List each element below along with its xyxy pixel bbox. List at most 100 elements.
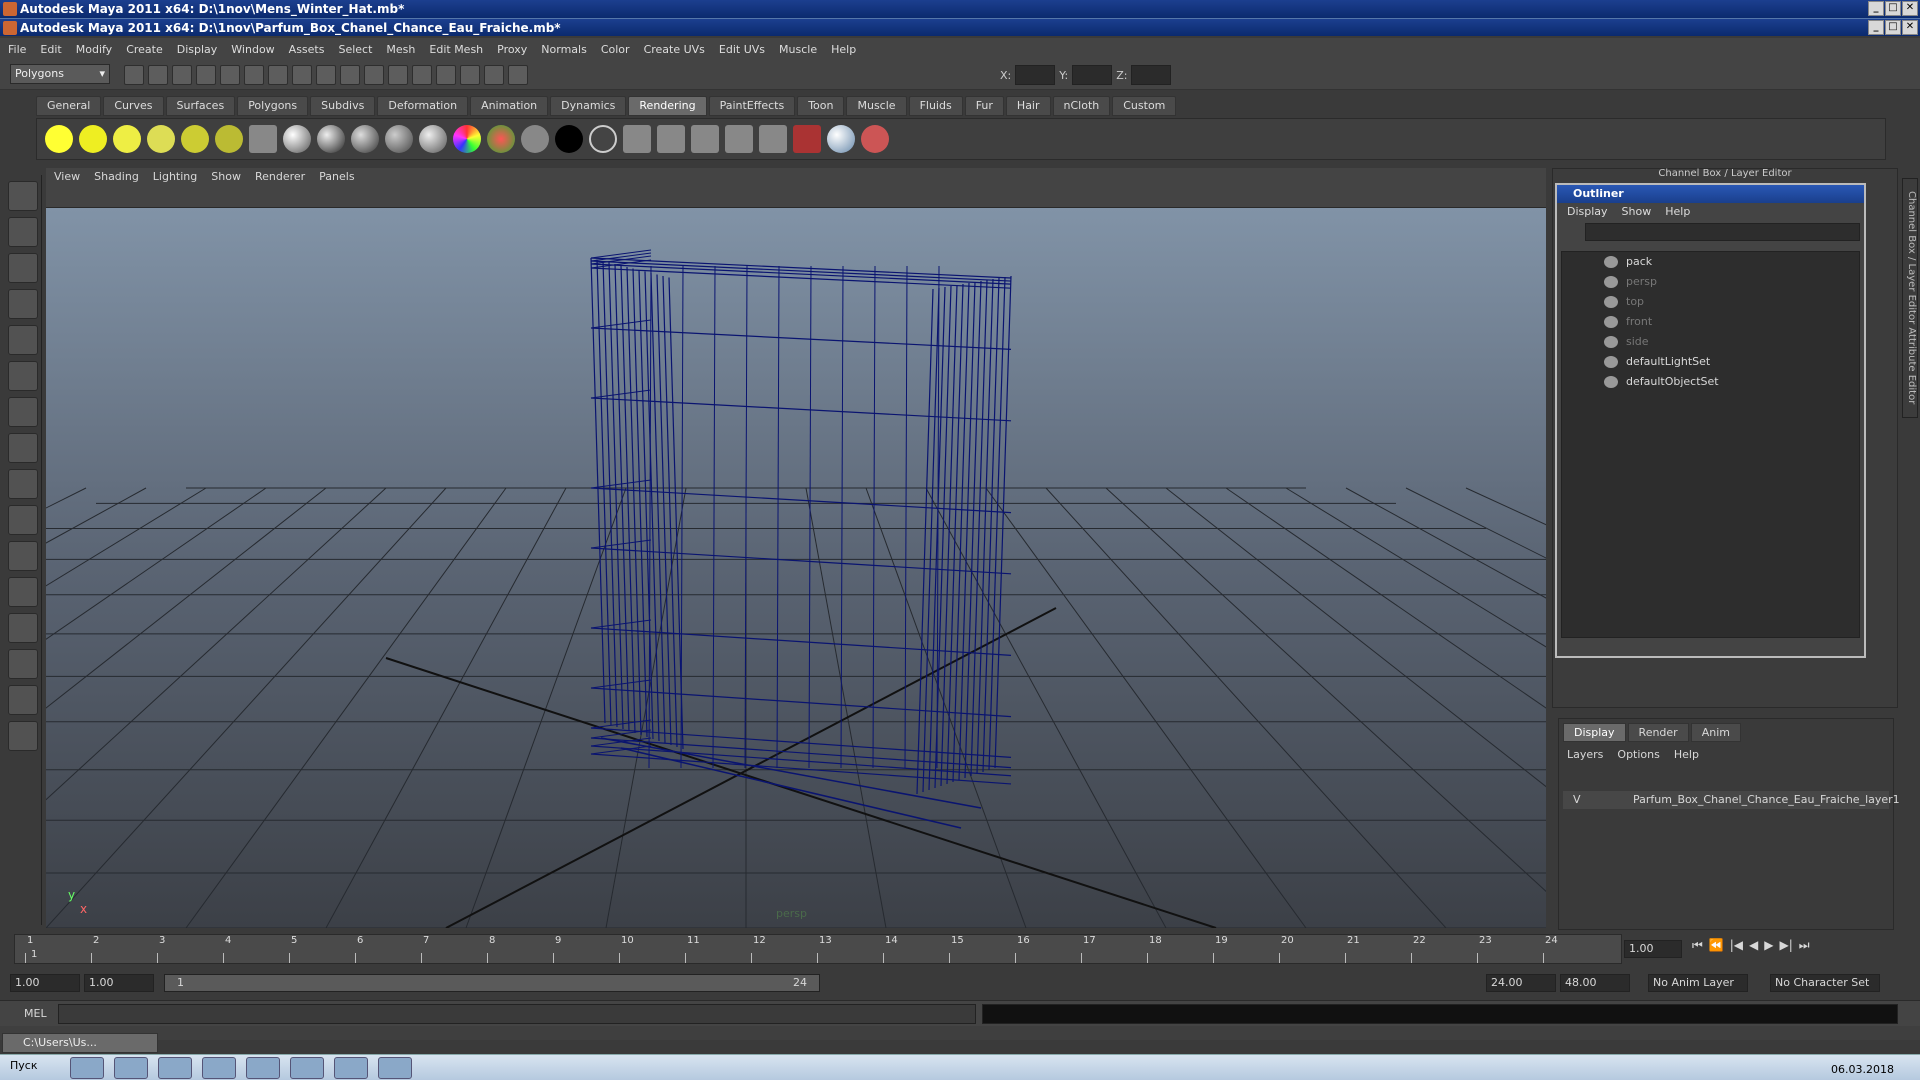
title-bar-front[interactable]: Autodesk Maya 2011 x64: D:\1nov\Parfum_B… — [0, 18, 1920, 36]
last-tool-icon[interactable] — [8, 505, 38, 535]
history-icon[interactable] — [364, 65, 384, 85]
layer-menu-layers[interactable]: Layers — [1567, 746, 1603, 764]
perspective-viewport[interactable]: y x persp — [46, 208, 1546, 928]
four-pane-icon[interactable] — [8, 577, 38, 607]
layer-tab-anim[interactable]: Anim — [1690, 723, 1741, 742]
open-scene-icon[interactable] — [148, 65, 168, 85]
y-field[interactable] — [1072, 65, 1113, 85]
shelf-tab-ncloth[interactable]: nCloth — [1052, 96, 1111, 116]
point-light-icon[interactable] — [113, 125, 141, 153]
viewport-menu-lighting[interactable]: Lighting — [153, 168, 197, 186]
layer-menu-help[interactable]: Help — [1674, 746, 1699, 764]
paint-brush-icon[interactable] — [861, 125, 889, 153]
step-back-key-icon[interactable]: |◀ — [1730, 938, 1743, 953]
volume-light-icon[interactable] — [215, 125, 243, 153]
select-hierarchy-icon[interactable] — [196, 65, 216, 85]
current-time-field[interactable]: 1.00 — [1624, 940, 1682, 958]
close-button[interactable]: ✕ — [1902, 20, 1918, 35]
camera-icon[interactable] — [249, 125, 277, 153]
material-icon[interactable] — [827, 125, 855, 153]
soft-mod-icon[interactable] — [8, 433, 38, 463]
skype2-icon[interactable] — [378, 1057, 412, 1079]
anisotropic-icon[interactable] — [385, 125, 413, 153]
new-scene-icon[interactable] — [124, 65, 144, 85]
viewport-menu-view[interactable]: View — [54, 168, 80, 186]
outliner-item[interactable]: top — [1562, 292, 1859, 312]
shelf-tab-custom[interactable]: Custom — [1112, 96, 1177, 116]
viewport-menu-show[interactable]: Show — [211, 168, 241, 186]
outliner-item[interactable]: defaultLightSet — [1562, 352, 1859, 372]
skype-icon[interactable] — [70, 1057, 104, 1079]
start-button[interactable]: Пуск — [10, 1059, 37, 1072]
menu-window[interactable]: Window — [231, 43, 274, 56]
ramp-shader-icon[interactable] — [453, 125, 481, 153]
render-icon[interactable] — [388, 65, 408, 85]
save-scene-icon[interactable] — [172, 65, 192, 85]
go-to-end-icon[interactable]: ⏭ — [1799, 938, 1810, 953]
shelf-tab-painteffects[interactable]: PaintEffects — [708, 96, 796, 116]
render-current-icon[interactable] — [657, 125, 685, 153]
outliner-menu-help[interactable]: Help — [1665, 203, 1690, 221]
shelf-tab-dynamics[interactable]: Dynamics — [550, 96, 627, 116]
layer-visibility-toggle[interactable]: V — [1573, 793, 1581, 806]
batch-render-icon[interactable] — [793, 125, 821, 153]
numeric-input-icon[interactable] — [508, 65, 528, 85]
minimized-window[interactable]: C:\Users\Us... — [2, 1033, 158, 1053]
character-set-selector[interactable]: No Character Set — [1770, 974, 1880, 992]
minimize-button[interactable]: _ — [1868, 20, 1884, 35]
close-button[interactable]: ✕ — [1902, 1, 1918, 16]
play-forwards-icon[interactable]: ▶ — [1764, 938, 1773, 953]
menu-color[interactable]: Color — [601, 43, 630, 56]
layer-menu-options[interactable]: Options — [1617, 746, 1659, 764]
layer-row[interactable]: V Parfum_Box_Chanel_Chance_Eau_Fraiche_l… — [1563, 791, 1900, 809]
outliner-menu-show[interactable]: Show — [1622, 203, 1652, 221]
maximize-button[interactable]: □ — [1885, 20, 1901, 35]
layered-shader-icon[interactable] — [419, 125, 447, 153]
shelf-tab-deformation[interactable]: Deformation — [377, 96, 469, 116]
input-icon[interactable] — [484, 65, 504, 85]
z-field[interactable] — [1131, 65, 1172, 85]
menu-assets[interactable]: Assets — [289, 43, 325, 56]
anim-layer-selector[interactable]: No Anim Layer — [1648, 974, 1748, 992]
select-component-icon[interactable] — [244, 65, 264, 85]
menu-modify[interactable]: Modify — [76, 43, 112, 56]
start-time-field[interactable]: 1.00 — [10, 974, 80, 992]
viewport-menu-panels[interactable]: Panels — [319, 168, 354, 186]
range-slider[interactable]: 1 24 — [164, 974, 820, 992]
shelf-tab-general[interactable]: General — [36, 96, 102, 116]
maximize-button[interactable]: □ — [1885, 1, 1901, 16]
menu-set-selector[interactable]: Polygons — [10, 64, 110, 84]
outliner-item[interactable]: side — [1562, 332, 1859, 352]
maya-taskbar-icon[interactable] — [202, 1057, 236, 1079]
custom-layout-icon[interactable] — [8, 721, 38, 751]
outliner-item[interactable]: defaultObjectSet — [1562, 372, 1859, 392]
app-icon[interactable] — [114, 1057, 148, 1079]
render-globals-icon[interactable] — [725, 125, 753, 153]
menu-mesh[interactable]: Mesh — [386, 43, 415, 56]
menu-help[interactable]: Help — [831, 43, 856, 56]
outliner-item[interactable]: persp — [1562, 272, 1859, 292]
hypershade-layout-icon[interactable] — [8, 685, 38, 715]
surface-shader-icon[interactable] — [521, 125, 549, 153]
select-tool-icon[interactable] — [8, 181, 38, 211]
blinn-icon[interactable] — [283, 125, 311, 153]
snap-grid-icon[interactable] — [268, 65, 288, 85]
hypershade-icon[interactable] — [460, 65, 480, 85]
shelf-tab-animation[interactable]: Animation — [470, 96, 549, 116]
side-tabs[interactable]: Channel Box / Layer Editor Attribute Edi… — [1902, 178, 1918, 418]
area-light-icon[interactable] — [181, 125, 209, 153]
single-pane-icon[interactable] — [8, 541, 38, 571]
spot-light-icon[interactable] — [147, 125, 175, 153]
manipulator-icon[interactable] — [8, 397, 38, 427]
go-to-start-icon[interactable]: ⏮ — [1692, 938, 1703, 953]
lambert-icon[interactable] — [351, 125, 379, 153]
scene-canvas[interactable] — [46, 208, 1546, 928]
app2-icon[interactable] — [334, 1057, 368, 1079]
shelf-tab-curves[interactable]: Curves — [103, 96, 164, 116]
playback-start-field[interactable]: 1.00 — [84, 974, 154, 992]
ipr-render-icon[interactable] — [412, 65, 432, 85]
layer-tab-render[interactable]: Render — [1627, 723, 1689, 742]
menu-muscle[interactable]: Muscle — [779, 43, 817, 56]
render-settings-icon[interactable] — [436, 65, 456, 85]
shelf-tab-muscle[interactable]: Muscle — [846, 96, 907, 116]
